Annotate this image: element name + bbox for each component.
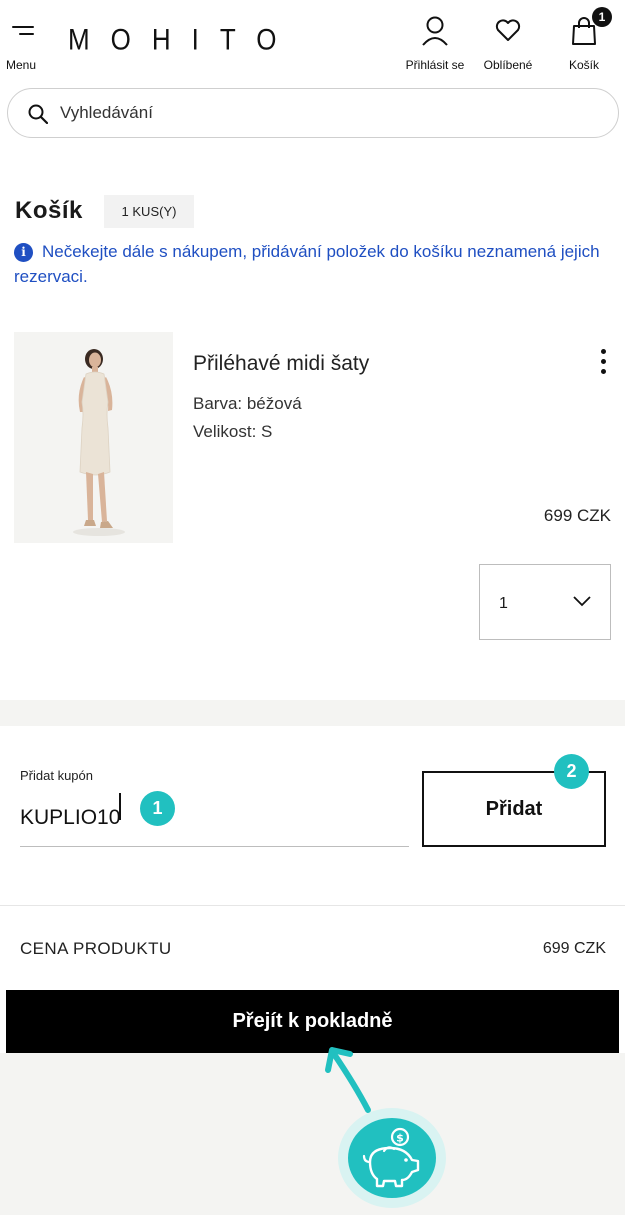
reservation-notice-text: Nečekejte dále s nákupem, přidávání polo… — [14, 242, 600, 286]
coupon-input[interactable] — [20, 789, 409, 847]
menu-button[interactable]: Menu — [6, 18, 46, 74]
product-price-total: 699 CZK — [542, 940, 606, 957]
search-input[interactable] — [60, 89, 600, 137]
divider — [0, 905, 625, 906]
item-count-badge: 1 KUS(Y) — [104, 195, 194, 228]
favorites-label: Oblíbené — [483, 58, 533, 72]
product-price-label: CENA PRODUKTU — [20, 939, 172, 958]
footer-band — [0, 1053, 625, 1215]
step-marker-1: 1 — [140, 791, 175, 826]
user-icon — [422, 16, 448, 46]
search-bar[interactable] — [7, 88, 619, 138]
brand-logo[interactable]: MOHITO — [68, 22, 298, 58]
section-divider-band — [0, 700, 625, 726]
checkout-button[interactable]: Přejít k pokladně — [6, 990, 619, 1053]
coupon-label: Přidat kupón — [20, 768, 93, 783]
product-price: 699 CZK — [543, 506, 611, 525]
cart-button[interactable]: 1 Košík — [564, 7, 612, 74]
quantity-select[interactable]: 1 — [479, 564, 611, 640]
login-button[interactable]: Přihlásit se — [400, 16, 470, 74]
hamburger-icon — [12, 26, 34, 42]
more-options-icon[interactable] — [593, 349, 613, 377]
step-marker-2: 2 — [554, 754, 589, 789]
page-title: Košík — [15, 197, 83, 224]
piggy-bank-icon: $ — [362, 1127, 420, 1188]
product-name[interactable]: Přiléhavé midi šaty — [193, 352, 369, 376]
piggy-bank-badge: $ — [338, 1108, 446, 1208]
svg-text:$: $ — [396, 1132, 404, 1145]
favorites-button[interactable]: Oblíbené — [478, 16, 538, 74]
menu-label: Menu — [6, 58, 37, 72]
product-image[interactable] — [14, 332, 173, 543]
reservation-notice: i Nečekejte dále s nákupem, přidávání pol… — [14, 239, 604, 289]
product-size: Velikost: S — [193, 422, 273, 441]
arrow-icon — [325, 1047, 371, 1113]
product-color: Barva: béžová — [193, 394, 302, 413]
login-label: Přihlásit se — [405, 58, 465, 72]
text-caret — [119, 793, 121, 820]
quantity-value: 1 — [499, 595, 508, 612]
search-icon — [28, 104, 48, 124]
cart-count-badge: 1 — [592, 7, 612, 27]
heart-icon — [495, 19, 521, 41]
cart-label: Košík — [568, 58, 599, 72]
chevron-down-icon — [573, 596, 591, 607]
info-icon: i — [14, 243, 33, 262]
header: Menu MOHITO Přihlásit se Oblíbené 1 Koší… — [0, 0, 625, 84]
dress-model-image — [14, 332, 173, 543]
